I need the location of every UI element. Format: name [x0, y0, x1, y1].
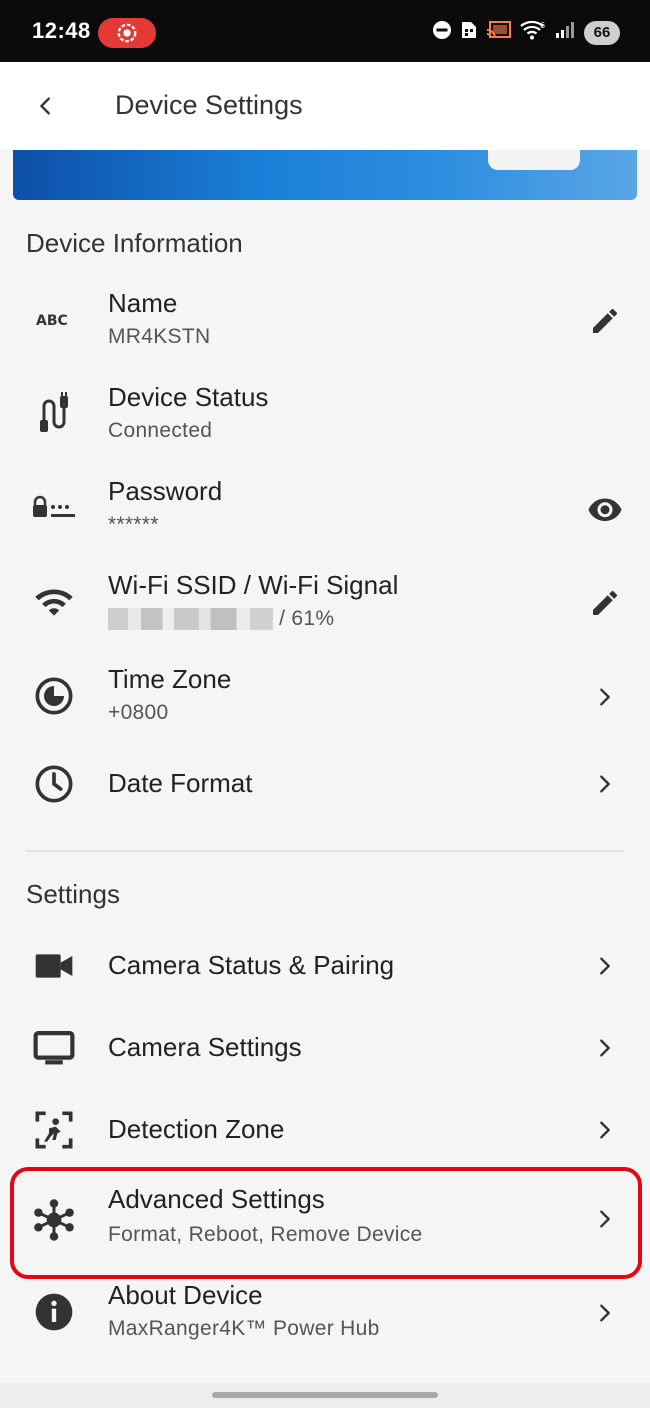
row-title-password: Password [108, 476, 223, 506]
back-button[interactable] [24, 84, 68, 128]
page-title: Device Settings [115, 90, 303, 120]
abc-icon: ABC [30, 296, 78, 344]
pencil-icon [593, 590, 617, 615]
highlight-box [10, 1167, 642, 1279]
redacted-ssid [108, 608, 273, 631]
settings-item-camera-settings[interactable]: Camera Settings [0, 1018, 650, 1078]
row-wifi: Wi-Fi SSID / Wi-Fi Signal / 61% [0, 564, 650, 648]
wifi-icon [30, 578, 78, 626]
row-title-time-zone: Time Zone [108, 664, 232, 694]
settings-item-camera-status-pairing[interactable]: Camera Status & Pairing [0, 936, 650, 996]
settings-item-title: Camera Status & Pairing [108, 950, 395, 980]
edit-name-button[interactable] [582, 298, 628, 344]
row-title-device-status: Device Status [108, 382, 269, 412]
svg-text:ABC: ABC [36, 313, 68, 329]
row-password: Password ****** [0, 470, 650, 554]
sim-icon [460, 20, 478, 45]
screen-record-icon[interactable] [98, 18, 156, 48]
chevron-right-icon [582, 1290, 628, 1336]
show-password-button[interactable] [582, 486, 628, 532]
section-title-settings: Settings [26, 879, 120, 909]
password-lock-icon [30, 484, 78, 532]
chevron-right-icon [582, 674, 628, 720]
status-time: 12:48 [32, 18, 91, 43]
signal-icon [554, 20, 576, 45]
monitor-icon [30, 1024, 78, 1072]
settings-item-title: Detection Zone [108, 1114, 285, 1144]
battery-indicator: 66 [584, 20, 620, 45]
password-value: ****** [108, 513, 159, 536]
row-date-format[interactable]: Date Format [0, 752, 650, 816]
status-bar: 12:48 6 66 [0, 0, 650, 62]
edit-wifi-button[interactable] [582, 580, 628, 626]
row-time-zone[interactable]: Time Zone +0800 [0, 658, 650, 742]
row-name: ABC Name MR4KSTN [0, 282, 650, 366]
app-bar: Device Settings [0, 62, 650, 150]
eye-icon [588, 498, 622, 521]
timezone-icon [30, 672, 78, 720]
settings-item-about-device[interactable]: About Device MaxRanger4K™ Power Hub [0, 1274, 650, 1358]
settings-item-title: Camera Settings [108, 1032, 302, 1062]
do-not-disturb-icon [432, 20, 452, 45]
wifi-ssid-value: / 61% [108, 607, 334, 631]
chevron-right-icon [582, 1025, 628, 1071]
wifi-icon: 6 [520, 19, 546, 46]
settings-item-title: About Device [108, 1280, 263, 1310]
device-name-value: MR4KSTN [108, 325, 211, 348]
home-indicator[interactable] [212, 1392, 438, 1398]
chevron-right-icon [582, 761, 628, 807]
video-camera-icon [30, 942, 78, 990]
row-title-wifi: Wi-Fi SSID / Wi-Fi Signal [108, 570, 399, 600]
cable-plug-icon [30, 390, 78, 438]
arrow-left-icon [40, 97, 50, 115]
svg-text:6: 6 [540, 21, 545, 30]
device-banner-image [13, 150, 637, 200]
section-divider [26, 850, 624, 852]
cast-icon [486, 20, 512, 45]
hub-device-image [488, 150, 580, 170]
section-title-device-information: Device Information [26, 228, 243, 258]
device-status-value: Connected [108, 419, 213, 442]
chevron-right-icon [582, 1107, 628, 1153]
row-title-date-format: Date Format [108, 768, 253, 798]
time-zone-value: +0800 [108, 701, 169, 724]
chevron-right-icon [582, 943, 628, 989]
row-title-name: Name [108, 288, 178, 318]
settings-item-detection-zone[interactable]: Detection Zone [0, 1100, 650, 1160]
clock-icon [30, 760, 78, 808]
detection-person-icon [30, 1106, 78, 1154]
settings-item-subtitle: MaxRanger4K™ Power Hub [108, 1317, 380, 1340]
info-icon [30, 1288, 78, 1336]
wifi-signal-value: / 61% [279, 607, 335, 630]
row-device-status: Device Status Connected [0, 376, 650, 460]
pencil-icon [593, 308, 617, 333]
